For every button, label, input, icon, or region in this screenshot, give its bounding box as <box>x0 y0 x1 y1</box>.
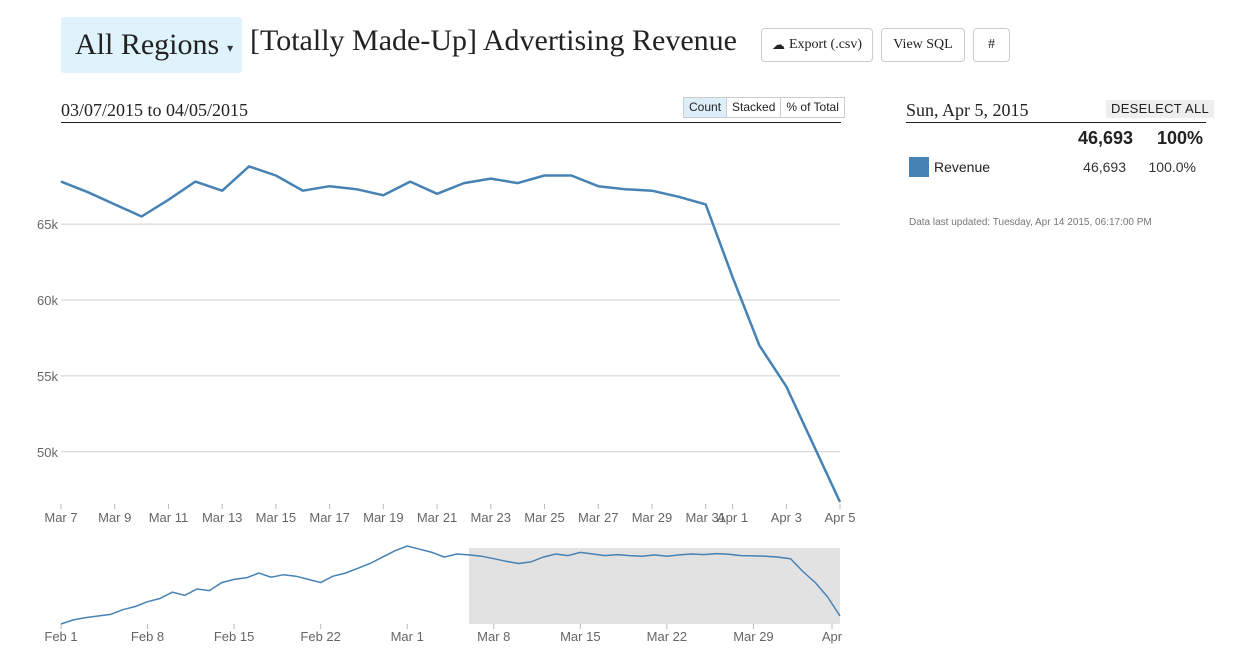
y-tick-label: 60k <box>37 293 58 308</box>
region-dropdown-label: All Regions <box>75 28 220 61</box>
y-tick-label: 55k <box>37 369 58 384</box>
main-line-chart[interactable]: 50k 55k 60k 65k Mar 7 Mar 9 Mar 11 Mar 13 Mar 1… <box>0 130 860 530</box>
total-percent: 100% <box>1156 128 1203 148</box>
detail-divider <box>906 122 1206 123</box>
permalink-button[interactable]: # <box>973 28 1010 62</box>
x-tick-label: Feb 15 <box>214 629 254 644</box>
range-divider <box>61 122 841 123</box>
mode-count-button[interactable]: Count <box>684 98 727 117</box>
date-range: 03/07/2015 to 04/05/2015 <box>61 100 249 120</box>
brush-selection[interactable] <box>469 548 840 624</box>
chart-mode-toggle: Count Stacked % of Total <box>683 97 845 118</box>
series-name[interactable]: Revenue <box>934 159 990 175</box>
export-csv-label: Export (.csv) <box>788 37 863 52</box>
x-tick-label: Mar 15 <box>256 510 296 525</box>
x-tick-label: Mar 13 <box>202 510 242 525</box>
caret-down-icon: ▾ <box>227 41 234 55</box>
x-tick-label: Mar 21 <box>417 510 457 525</box>
y-tick-label: 50k <box>37 445 58 460</box>
x-tick-label: Mar 1 <box>391 629 424 644</box>
x-tick-label: Mar 17 <box>309 510 349 525</box>
deselect-all-button[interactable]: DESELECT ALL <box>1106 100 1215 118</box>
x-tick-label: Mar 15 <box>560 629 600 644</box>
cloud-download-icon: ☁ <box>771 37 785 52</box>
x-tick-label: Mar 29 <box>632 510 672 525</box>
overview-brush-chart[interactable]: Feb 1 Feb 8 Feb 15 Feb 22 Mar 1 Mar 8 Mar 15 Ma… <box>0 540 860 660</box>
x-tick-label: Mar 19 <box>363 510 403 525</box>
last-updated-text: Data last updated: Tuesday, Apr 14 2015,… <box>909 217 1152 228</box>
x-tick-label: Mar 29 <box>733 629 773 644</box>
page-title: [Totally Made-Up] Advertising Revenue <box>250 24 737 57</box>
x-tick-label: Feb 8 <box>131 629 164 644</box>
x-tick-label: Feb 1 <box>44 629 77 644</box>
x-tick-label: Feb 22 <box>300 629 340 644</box>
region-dropdown[interactable]: All Regions ▾ <box>61 17 242 73</box>
x-tick-label: Mar 8 <box>477 629 510 644</box>
series-color-swatch[interactable] <box>909 157 929 177</box>
mode-percent-button[interactable]: % of Total <box>780 98 843 117</box>
detail-date: Sun, Apr 5, 2015 <box>906 100 1029 120</box>
x-tick-label: Mar 27 <box>578 510 618 525</box>
x-tick-label: Mar 7 <box>44 510 77 525</box>
mode-stacked-button[interactable]: Stacked <box>726 98 780 117</box>
series-percent: 100.0% <box>1148 159 1196 175</box>
export-csv-button[interactable]: ☁ Export (.csv) <box>761 28 873 62</box>
x-tick-label: Apr <box>822 629 843 644</box>
x-tick-label: Apr 3 <box>771 510 802 525</box>
view-sql-button[interactable]: View SQL <box>881 28 965 62</box>
x-tick-label: Mar 23 <box>471 510 511 525</box>
x-tick-label: Mar 25 <box>524 510 564 525</box>
total-value: 46,693 <box>1077 128 1133 148</box>
x-tick-label: Apr 1 <box>717 510 748 525</box>
x-tick-label: Mar 22 <box>647 629 687 644</box>
x-tick-label: Apr 5 <box>824 510 855 525</box>
x-tick-label: Mar 9 <box>98 510 131 525</box>
y-tick-label: 65k <box>37 217 58 232</box>
x-tick-label: Mar 11 <box>149 510 189 525</box>
series-value: 46,693 <box>1083 159 1126 175</box>
